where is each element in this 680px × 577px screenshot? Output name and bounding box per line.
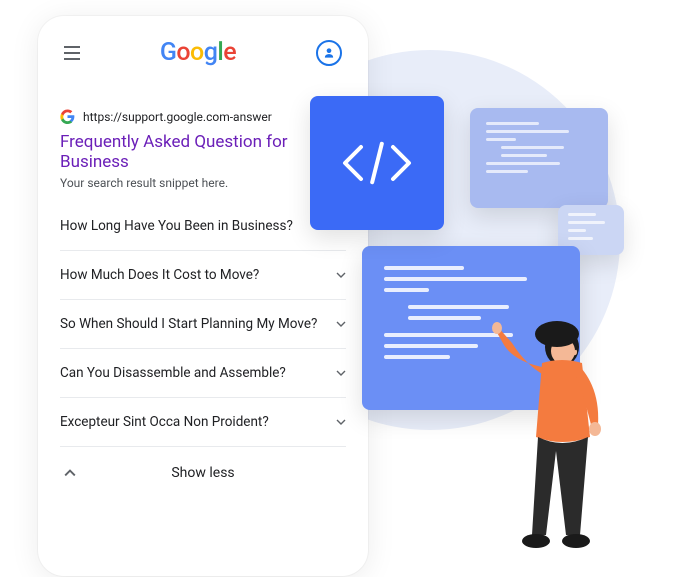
faq-item[interactable]: How Long Have You Been in Business? — [60, 202, 346, 251]
chevron-down-icon — [336, 270, 346, 280]
code-brackets-icon — [337, 133, 417, 193]
result-snippet: Your search result snippet here. — [60, 176, 346, 190]
google-favicon-icon — [60, 109, 75, 124]
phone-header: Google — [38, 38, 368, 85]
code-panel-small — [470, 108, 608, 208]
chevron-up-icon — [64, 467, 76, 479]
faq-question: So When Should I Start Planning My Move? — [60, 316, 317, 332]
profile-icon[interactable] — [316, 40, 342, 66]
faq-question: How Much Does It Cost to Move? — [60, 267, 259, 283]
result-url-row: https://support.google.com-answer — [60, 109, 346, 124]
result-url: https://support.google.com-answer — [83, 110, 272, 124]
chevron-down-icon — [336, 417, 346, 427]
result-title[interactable]: Frequently Asked Question for Business — [60, 132, 346, 172]
person-illustration — [492, 321, 632, 551]
faq-item[interactable]: Excepteur Sint Occa Non Proident? — [60, 398, 346, 447]
show-less-button[interactable]: Show less — [60, 447, 346, 491]
faq-item[interactable]: How Much Does It Cost to Move? — [60, 251, 346, 300]
code-brackets-panel — [310, 96, 444, 230]
chevron-down-icon — [336, 368, 346, 378]
chevron-down-icon — [336, 319, 346, 329]
faq-question: Can You Disassemble and Assemble? — [60, 365, 286, 381]
show-less-label: Show less — [60, 465, 346, 481]
google-logo: Google — [160, 38, 236, 67]
faq-item[interactable]: Can You Disassemble and Assemble? — [60, 349, 346, 398]
faq-question: How Long Have You Been in Business? — [60, 218, 293, 234]
hamburger-icon[interactable] — [64, 46, 80, 60]
faq-item[interactable]: So When Should I Start Planning My Move? — [60, 300, 346, 349]
faq-question: Excepteur Sint Occa Non Proident? — [60, 414, 269, 430]
